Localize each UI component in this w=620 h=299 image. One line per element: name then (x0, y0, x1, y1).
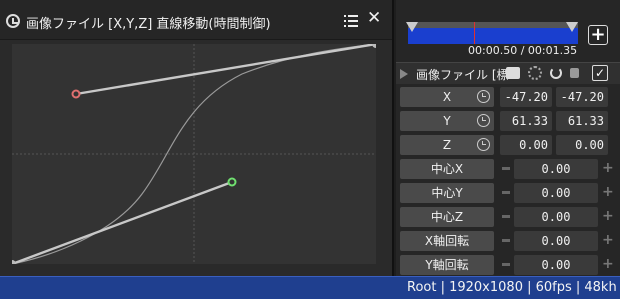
param-label-center-z[interactable]: 中心Z (400, 207, 494, 227)
value-end[interactable]: -47.20 (556, 87, 608, 107)
properties-panel: 00:00.50 / 00:01.35 + 画像ファイル [標 ✓ X -47.… (396, 0, 620, 276)
param-label-z[interactable]: Z (400, 135, 494, 155)
curve-graph-area[interactable] (12, 44, 376, 264)
range-end-marker[interactable] (566, 22, 578, 32)
increment-icon[interactable]: + (602, 209, 614, 223)
decrement-icon[interactable] (502, 191, 510, 194)
param-name: Z (442, 138, 452, 152)
param-label-center-x[interactable]: 中心X (400, 159, 494, 179)
param-row-y-rotation: Y軸回転 0.00 + (396, 254, 620, 276)
time-readout: 00:00.50 / 00:01.35 (468, 44, 578, 57)
curve-graph (12, 44, 376, 264)
object-name: 画像ファイル [標 (416, 68, 509, 82)
increment-icon[interactable]: + (602, 185, 614, 199)
value-end[interactable]: 61.33 (556, 111, 608, 131)
list-icon[interactable] (344, 14, 358, 28)
lock-icon[interactable] (570, 68, 579, 78)
status-text: Root | 1920x1080 | 60fps | 48kh (407, 280, 617, 295)
value-field[interactable]: 0.00 (514, 255, 598, 275)
control-handle-2[interactable] (227, 177, 237, 187)
value-start[interactable]: -47.20 (500, 87, 552, 107)
clock-icon[interactable] (477, 114, 490, 127)
param-label-center-y[interactable]: 中心Y (400, 183, 494, 203)
increment-icon[interactable]: + (602, 257, 614, 271)
param-row-center-x: 中心X 0.00 + (396, 158, 620, 180)
camera-icon[interactable] (506, 67, 520, 79)
increment-icon[interactable]: + (602, 161, 614, 175)
range-start-marker[interactable] (406, 22, 418, 32)
value-start[interactable]: 0.00 (500, 135, 552, 155)
expand-icon[interactable] (400, 69, 408, 79)
mini-timeline[interactable]: 00:00.50 / 00:01.35 (402, 0, 582, 60)
control-handle-1[interactable] (71, 89, 81, 99)
value-end[interactable]: 0.00 (556, 135, 608, 155)
value-field[interactable]: 0.00 (514, 159, 598, 179)
clock-icon[interactable] (477, 138, 490, 151)
param-label-x-rotation[interactable]: X軸回転 (400, 231, 494, 251)
effect-icon[interactable] (528, 66, 542, 80)
param-row-y: Y 61.33 61.33 (396, 110, 620, 132)
param-row-center-z: 中心Z 0.00 + (396, 206, 620, 228)
decrement-icon[interactable] (502, 239, 510, 242)
param-label-y[interactable]: Y (400, 111, 494, 131)
increment-icon[interactable]: + (602, 233, 614, 247)
value-field[interactable]: 0.00 (514, 231, 598, 251)
handle-line-start (12, 180, 233, 264)
param-row-x-rotation: X軸回転 0.00 + (396, 230, 620, 252)
reload-icon[interactable] (550, 67, 562, 79)
curve-editor-title: 画像ファイル [X,Y,Z] 直線移動(時間制御) (26, 17, 271, 32)
param-row-z: Z 0.00 0.00 (396, 134, 620, 156)
close-icon[interactable]: ✕ (367, 10, 381, 27)
param-label-y-rotation[interactable]: Y軸回転 (400, 255, 494, 275)
playhead[interactable] (474, 22, 475, 44)
object-header: 画像ファイル [標 ✓ (396, 62, 620, 84)
param-name: Y (443, 114, 451, 128)
enable-checkbox[interactable]: ✓ (592, 65, 608, 81)
end-point[interactable] (372, 44, 376, 48)
decrement-icon[interactable] (502, 167, 510, 170)
param-label-x[interactable]: X (400, 87, 494, 107)
value-start[interactable]: 61.33 (500, 111, 552, 131)
param-name: X (442, 90, 452, 104)
clock-icon (6, 14, 20, 28)
handle-line-end (75, 44, 376, 96)
add-button[interactable]: + (588, 25, 608, 45)
value-field[interactable]: 0.00 (514, 207, 598, 227)
param-row-x: X -47.20 -47.20 (396, 86, 620, 108)
curve-editor-header: 画像ファイル [X,Y,Z] 直線移動(時間制御) ✕ (0, 0, 392, 40)
start-point[interactable] (12, 260, 16, 264)
timeline-track[interactable] (408, 28, 578, 44)
value-field[interactable]: 0.00 (514, 183, 598, 203)
decrement-icon[interactable] (502, 263, 510, 266)
status-bar: Root | 1920x1080 | 60fps | 48kh (0, 276, 620, 299)
decrement-icon[interactable] (502, 215, 510, 218)
clock-icon[interactable] (477, 90, 490, 103)
param-row-center-y: 中心Y 0.00 + (396, 182, 620, 204)
curve-editor-panel: 画像ファイル [X,Y,Z] 直線移動(時間制御) ✕ (0, 0, 394, 276)
